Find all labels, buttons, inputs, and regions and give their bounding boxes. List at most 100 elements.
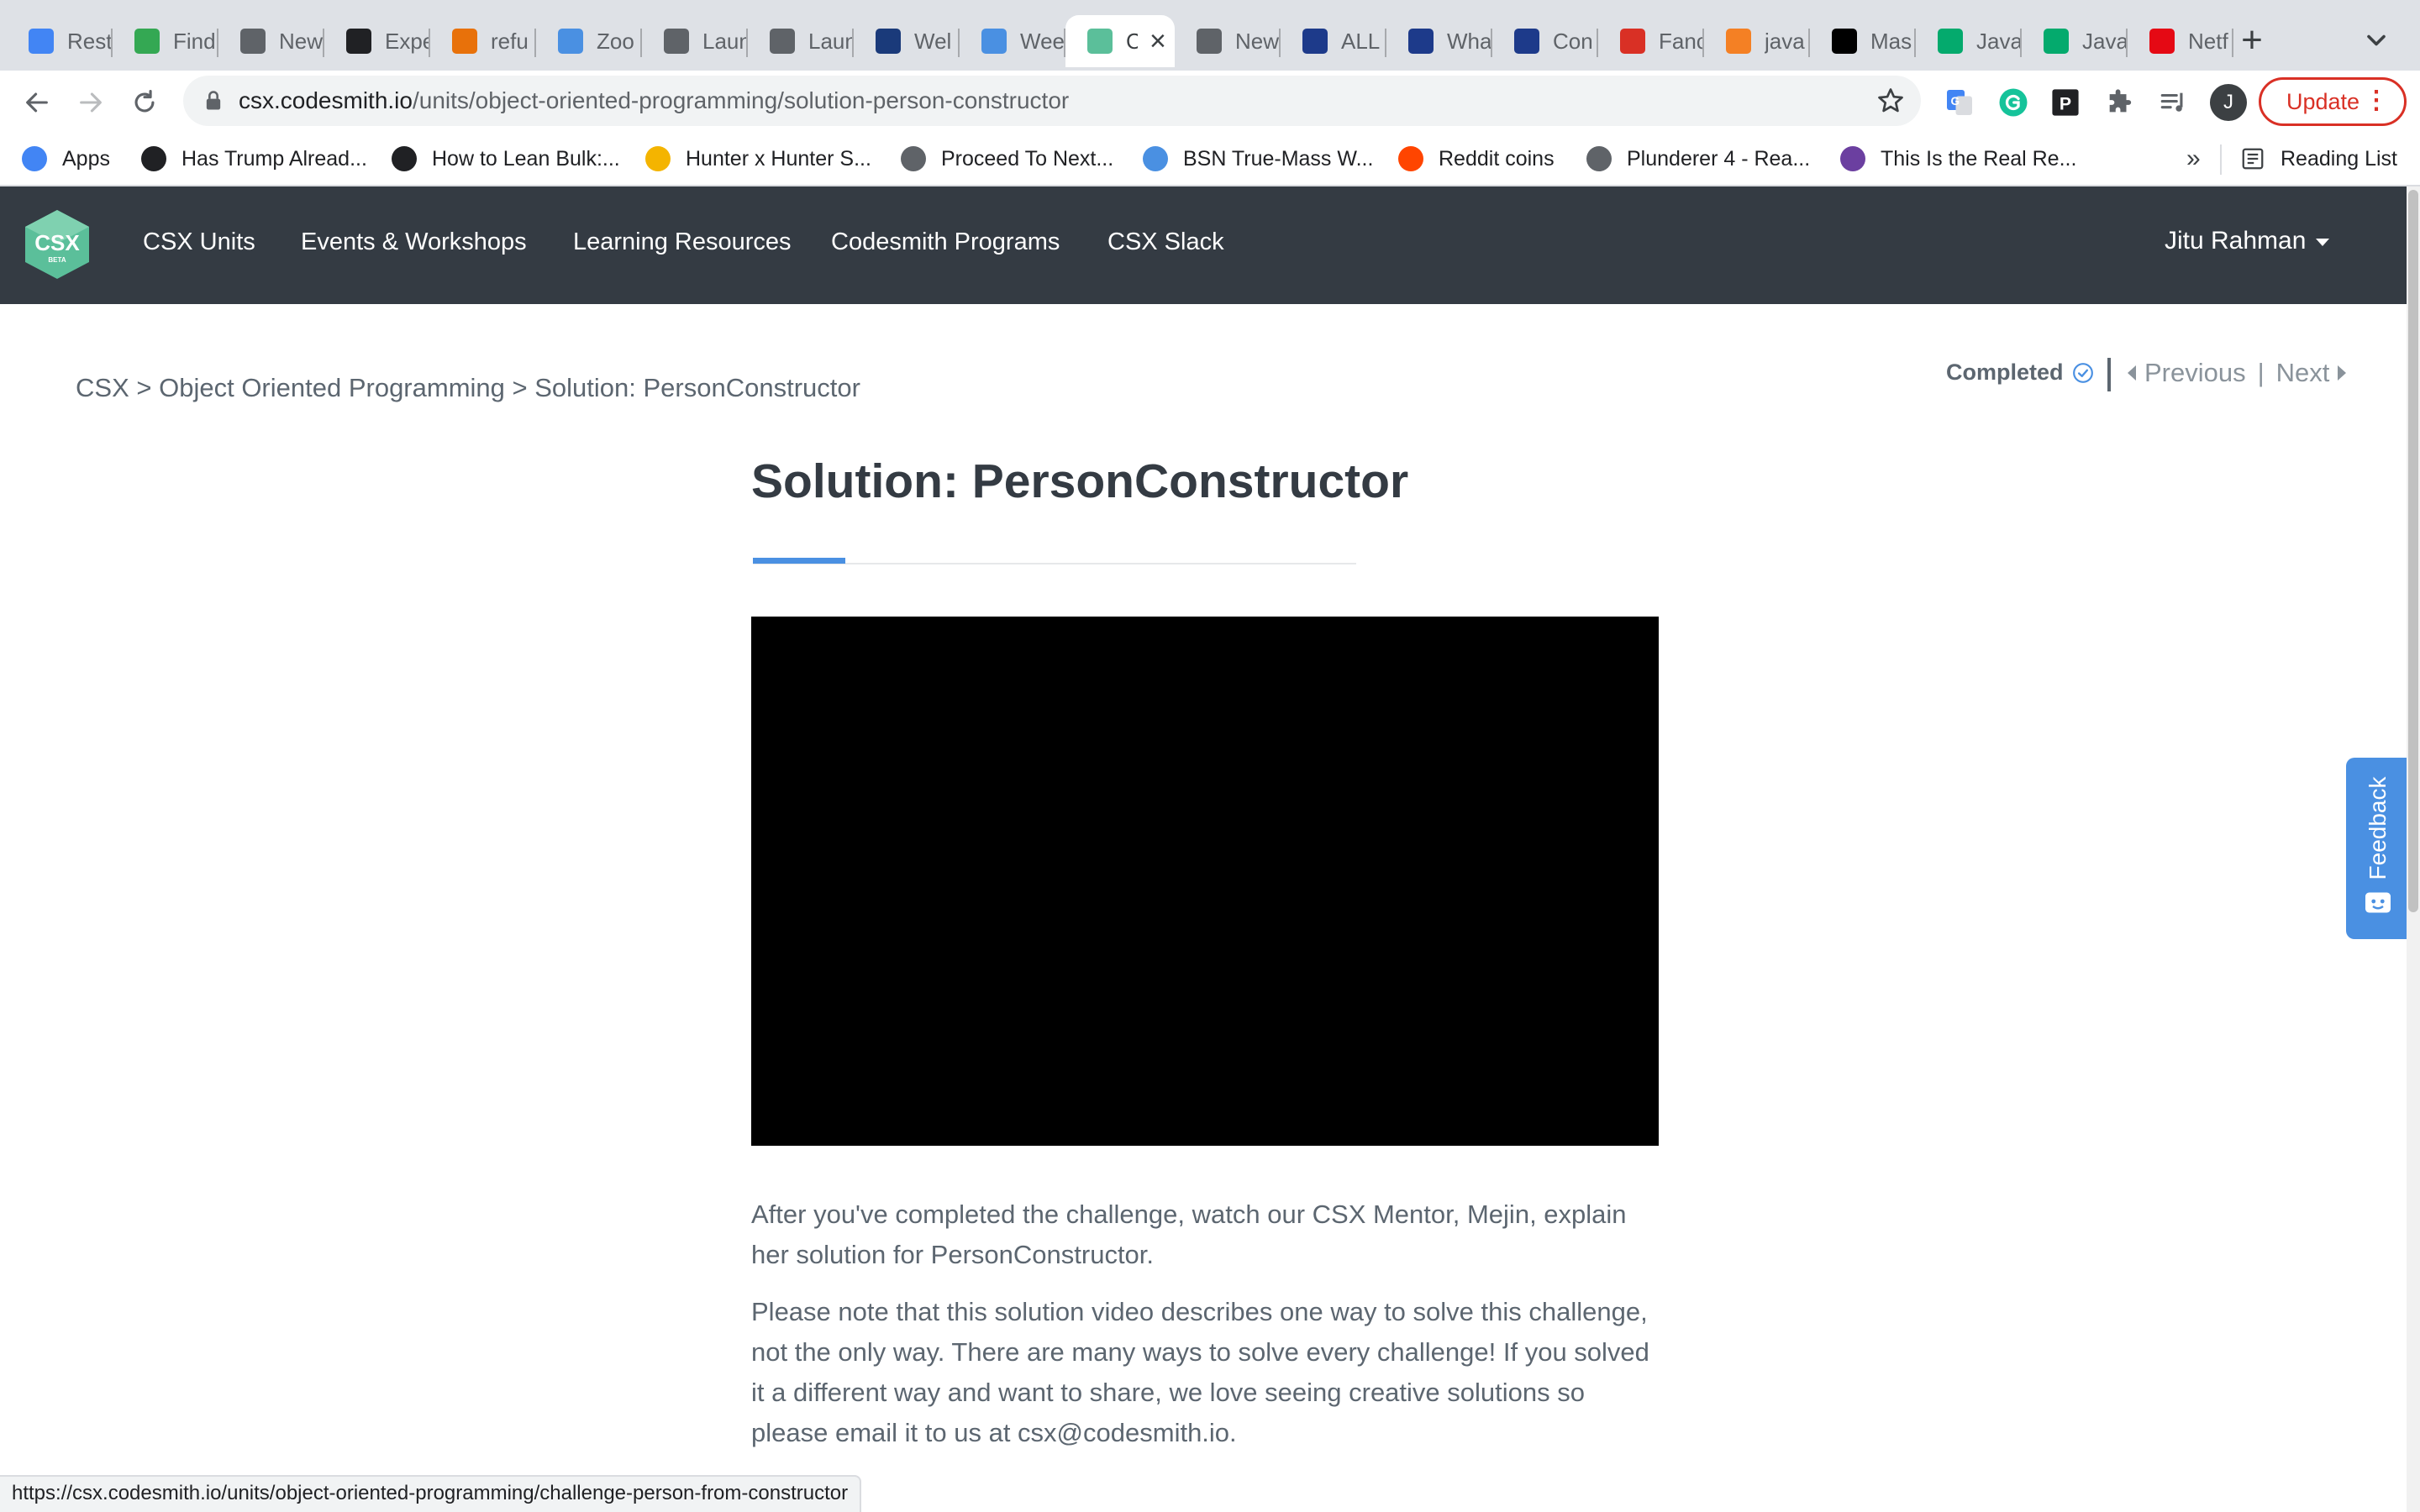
browser-tab[interactable]: Con (1492, 15, 1598, 67)
seventeen-icon (1514, 29, 1539, 54)
nav-link-csx-units[interactable]: CSX Units (143, 228, 255, 256)
extensions-puzzle-icon[interactable] (2102, 86, 2136, 119)
tab-title: Laun (702, 28, 748, 54)
more-bookmarks-chevron-icon[interactable]: » (2186, 144, 2201, 173)
breadcrumb-separator: > (512, 373, 528, 402)
breadcrumb-root[interactable]: CSX (76, 373, 129, 402)
globe-icon (664, 29, 689, 54)
h-icon (141, 146, 166, 171)
browser-tab[interactable]: Wee (960, 15, 1065, 67)
completed-status: Completed (1946, 360, 2094, 386)
bookmark-label: This Is the Real Re... (1881, 146, 2077, 171)
close-tab-icon[interactable]: × (1150, 27, 1166, 55)
page-title: Solution: PersonConstructor (751, 454, 1409, 508)
browser-tab[interactable]: refu (430, 15, 536, 67)
nav-link-learning-resources[interactable]: Learning Resources (573, 228, 792, 256)
browser-tab[interactable]: New (1175, 15, 1281, 67)
compass-icon (346, 29, 371, 54)
media-control-icon[interactable] (2156, 86, 2190, 119)
bookmark-item[interactable]: BSN True-Mass W... (1143, 141, 1373, 176)
lock-icon[interactable] (202, 89, 225, 113)
nav-link-codesmith-programs[interactable]: Codesmith Programs (831, 228, 1060, 256)
breadcrumb-section[interactable]: Object Oriented Programming (159, 373, 505, 402)
url-path: /units/object-oriented-programming/solut… (412, 87, 1070, 113)
title-underline-accent (753, 558, 845, 564)
browser-tab[interactable]: Mas (1810, 15, 1916, 67)
bookmark-star-icon[interactable] (1876, 86, 1906, 116)
browser-tab[interactable]: New (218, 15, 324, 67)
reddit-icon (1398, 146, 1423, 171)
browser-tab[interactable]: CSX × (1065, 15, 1175, 67)
tab-title: New (279, 28, 324, 54)
glasses-icon (134, 29, 160, 54)
update-button[interactable]: Update ⋮ (2259, 77, 2407, 126)
profile-avatar[interactable]: J (2210, 84, 2247, 121)
bookmark-item[interactable]: Reddit coins (1398, 141, 1555, 176)
url-text[interactable]: csx.codesmith.io/units/object-oriented-p… (239, 87, 1069, 114)
browser-tab[interactable]: Rest (7, 15, 113, 67)
next-link[interactable]: Next (2276, 358, 2330, 388)
browser-tab[interactable]: ALL (1281, 15, 1386, 67)
pagination-divider: | (2257, 358, 2265, 387)
seventeen-icon (1302, 29, 1328, 54)
browser-tab[interactable]: Find (113, 15, 218, 67)
chrome-icon (1197, 29, 1222, 54)
site-navbar: CSX BETA CSX Units Events & Workshops Le… (0, 186, 2407, 304)
tab-title: CSX (1126, 28, 1138, 54)
status-divider (2107, 358, 2111, 391)
kebab-menu-icon[interactable]: ⋮ (2364, 87, 2389, 115)
bookmark-item[interactable]: Hunter x Hunter S... (645, 141, 871, 176)
bookmark-item[interactable]: Apps (22, 141, 110, 176)
p-extension-icon[interactable]: P (2049, 86, 2082, 119)
bookmark-item[interactable]: Plunderer 4 - Rea... (1586, 141, 1810, 176)
browser-tab[interactable]: Laun (642, 15, 748, 67)
tab-search-icon[interactable] (2361, 25, 2391, 55)
tab-title: Find (173, 28, 216, 54)
browser-tab[interactable]: java (1704, 15, 1810, 67)
reload-button[interactable] (126, 84, 163, 121)
browser-tab[interactable]: Zoo (536, 15, 642, 67)
browser-tab[interactable]: Fanc (1598, 15, 1704, 67)
nav-link-csx-slack[interactable]: CSX Slack (1107, 228, 1224, 256)
browser-tab[interactable]: Netf (2128, 15, 2233, 67)
back-button[interactable] (18, 84, 55, 121)
update-label: Update (2286, 88, 2360, 114)
tab-title: refu (491, 28, 529, 54)
browser-tab[interactable]: Java (1916, 15, 2022, 67)
browser-tab[interactable]: Laun (748, 15, 854, 67)
reading-list-icon (2242, 148, 2264, 170)
bookmark-item[interactable]: This Is the Real Re... (1840, 141, 2076, 176)
browser-tab[interactable]: Expe (324, 15, 430, 67)
bookmark-item[interactable]: Has Trump Alread... (141, 141, 367, 176)
intro-paragraph: After you've completed the challenge, wa… (751, 1200, 1627, 1269)
google-translate-icon[interactable]: G (1943, 86, 1976, 119)
address-bar[interactable]: csx.codesmith.io/units/object-oriented-p… (183, 76, 1921, 126)
tab-title: Wel (914, 28, 952, 54)
csx-logo[interactable]: CSX BETA (22, 208, 92, 281)
bookmark-item[interactable]: How to Lean Bulk:... (392, 141, 620, 176)
netflix-icon (2149, 29, 2175, 54)
bookmark-label: Hunter x Hunter S... (686, 146, 871, 171)
browser-tab[interactable]: Wel (854, 15, 960, 67)
seventeen-icon (1408, 29, 1434, 54)
tab-title: Wee (1020, 28, 1065, 54)
browser-tab[interactable]: Wha (1386, 15, 1492, 67)
grammarly-icon[interactable] (1996, 86, 2030, 119)
new-tab-button[interactable]: + (2233, 22, 2270, 59)
breadcrumb-separator: > (136, 373, 152, 402)
browser-toolbar: csx.codesmith.io/units/object-oriented-p… (0, 71, 2420, 133)
scrollbar-thumb[interactable] (2408, 190, 2418, 912)
feedback-tab[interactable]: Feedback (2346, 758, 2410, 939)
reading-list-button[interactable]: Reading List (2240, 141, 2397, 176)
bookmark-label: BSN True-Mass W... (1183, 146, 1374, 171)
solution-video-player[interactable] (751, 617, 1659, 1146)
bookmark-item[interactable]: Proceed To Next... (901, 141, 1113, 176)
previous-link[interactable]: Previous (2144, 358, 2246, 388)
chrome-icon (240, 29, 266, 54)
user-menu[interactable]: Jitu Rahman (2165, 227, 2330, 255)
browser-tab[interactable]: Java (2022, 15, 2128, 67)
cap-icon (558, 29, 583, 54)
bookmarks-bar: Apps Has Trump Alread... How to Lean Bulk:… (0, 133, 2420, 186)
forward-button[interactable] (72, 84, 109, 121)
nav-link-events-workshops[interactable]: Events & Workshops (301, 228, 527, 256)
